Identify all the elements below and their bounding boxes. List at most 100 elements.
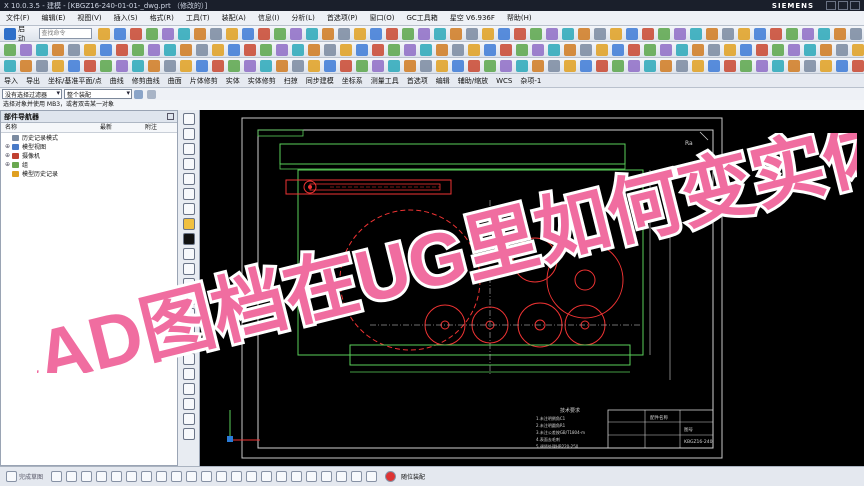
finish-sketch-icon[interactable] (6, 471, 17, 482)
toolbar-tool-icon[interactable] (692, 43, 704, 56)
bottom-tool-icon[interactable] (126, 471, 138, 482)
resource-bar-icon[interactable] (182, 323, 195, 335)
toolbar-tool-icon[interactable] (100, 43, 112, 56)
toolbar-tool-icon[interactable] (324, 43, 336, 56)
toolbar-tool-icon[interactable] (306, 27, 318, 40)
resource-bar-icon[interactable] (182, 158, 195, 170)
toolbar-tool-icon[interactable] (276, 59, 288, 72)
toolbar-tool-icon[interactable] (356, 43, 368, 56)
toolbar-tool-icon[interactable] (772, 43, 784, 56)
toolbar-tool-icon[interactable] (468, 59, 480, 72)
toolbar-tool-icon[interactable] (738, 27, 750, 40)
toolbar-tool-icon[interactable] (484, 59, 496, 72)
toolbar-tool-icon[interactable] (820, 59, 832, 72)
maximize-button[interactable] (838, 1, 848, 10)
toolbar-tool-icon[interactable] (290, 27, 302, 40)
navigator-tree-item[interactable]: 历史记录模式 (1, 133, 177, 142)
toolbar-tool-icon[interactable] (852, 59, 864, 72)
toolbar-tool-icon[interactable] (132, 59, 144, 72)
toolbar-tool-icon[interactable] (740, 59, 752, 72)
graphics-window[interactable]: Ra 技术要求 1.未注明倒角C1 2.未注明圆角R1 3.未注公差按GB/T180… (200, 110, 864, 466)
toolbar-tool-icon[interactable] (852, 43, 864, 56)
resource-bar-icon[interactable] (182, 353, 195, 365)
resource-bar-icon[interactable] (182, 308, 195, 320)
bottom-tool-icon[interactable] (231, 471, 243, 482)
menu-item[interactable]: 窗口(O) (364, 13, 401, 23)
toolbar-tool-icon[interactable] (292, 59, 304, 72)
toolbar-tool-icon[interactable] (516, 43, 528, 56)
toolbar-tool-icon[interactable] (580, 59, 592, 72)
toolbar-tool-icon[interactable] (4, 59, 16, 72)
toolbar-tool-icon[interactable] (484, 43, 496, 56)
toolbar-tool-icon[interactable] (164, 59, 176, 72)
bottom-tool-icon[interactable] (111, 471, 123, 482)
bottom-tool-icon[interactable] (216, 471, 228, 482)
toolbar-tool-icon[interactable] (820, 43, 832, 56)
toolbar-tool-icon[interactable] (178, 27, 190, 40)
toolbar-tool-icon[interactable] (594, 27, 606, 40)
toolbar-tool-icon[interactable] (850, 27, 862, 40)
toolbar-tool-icon[interactable] (724, 43, 736, 56)
toolbar-tool-icon[interactable] (788, 59, 800, 72)
toolbar-tool-icon[interactable] (418, 27, 430, 40)
toolbar-tool-icon[interactable] (100, 59, 112, 72)
pin-icon[interactable] (167, 113, 174, 120)
toolbar-tool-icon[interactable] (340, 59, 352, 72)
toolbar-tool-icon[interactable] (708, 59, 720, 72)
toolbar-tool-icon[interactable] (786, 27, 798, 40)
toolbar-tool-icon[interactable] (802, 27, 814, 40)
resource-bar-icon[interactable] (182, 128, 195, 140)
bottom-tool-icon[interactable] (276, 471, 288, 482)
menu-item[interactable]: 分析(L) (285, 13, 320, 23)
menu-item[interactable]: 格式(R) (144, 13, 180, 23)
toolbar-tool-icon[interactable] (52, 59, 64, 72)
toolbar-tool-icon[interactable] (436, 59, 448, 72)
menu-item[interactable]: 编辑(E) (36, 13, 72, 23)
toolbar-tool-icon[interactable] (372, 59, 384, 72)
custom-menu-item[interactable]: WCS (492, 77, 516, 85)
resource-bar-icon[interactable] (182, 263, 195, 275)
custom-menu-item[interactable]: 测量工具 (367, 76, 403, 86)
toolbar-tool-icon[interactable] (626, 27, 638, 40)
toolbar-tool-icon[interactable] (402, 27, 414, 40)
resource-bar-icon[interactable] (182, 173, 195, 185)
menu-item[interactable]: GC工具箱 (400, 13, 443, 23)
toolbar-tool-icon[interactable] (36, 43, 48, 56)
toolbar-tool-icon[interactable] (338, 27, 350, 40)
toolbar-tool-icon[interactable] (194, 27, 206, 40)
toolbar-tool-icon[interactable] (578, 27, 590, 40)
toolbar-tool-icon[interactable] (276, 43, 288, 56)
custom-menu-item[interactable]: 同步建模 (302, 76, 338, 86)
toolbar-tool-icon[interactable] (740, 43, 752, 56)
bottom-tool-icon[interactable] (291, 471, 303, 482)
toolbar-tool-icon[interactable] (500, 43, 512, 56)
snap-point-icon[interactable] (147, 89, 156, 99)
toolbar-tool-icon[interactable] (274, 27, 286, 40)
toolbar-tool-icon[interactable] (612, 59, 624, 72)
resource-bar-icon[interactable] (182, 338, 195, 350)
toolbar-tool-icon[interactable] (20, 43, 32, 56)
toolbar-tool-icon[interactable] (258, 27, 270, 40)
custom-menu-item[interactable]: 曲线 (106, 76, 128, 86)
menu-item[interactable]: 星空 V6.936F (444, 13, 501, 23)
bottom-tool-icon[interactable] (261, 471, 273, 482)
toolbar-tool-icon[interactable] (322, 27, 334, 40)
toolbar-tool-icon[interactable] (164, 43, 176, 56)
resource-bar-icon[interactable] (182, 368, 195, 380)
toolbar-tool-icon[interactable] (706, 27, 718, 40)
toolbar-tool-icon[interactable] (564, 43, 576, 56)
bottom-tool-icon[interactable] (336, 471, 348, 482)
column-latest[interactable]: 最新 (96, 123, 141, 132)
toolbar-tool-icon[interactable] (532, 43, 544, 56)
toolbar-tool-icon[interactable] (596, 59, 608, 72)
custom-menu-item[interactable]: 编辑 (432, 76, 454, 86)
navigator-tree-item[interactable]: ⊕ 模型视图 (1, 142, 177, 151)
toolbar-tool-icon[interactable] (674, 27, 686, 40)
custom-menu-item[interactable]: 坐标系 (338, 76, 367, 86)
toolbar-tool-icon[interactable] (658, 27, 670, 40)
toolbar-tool-icon[interactable] (388, 43, 400, 56)
toolbar-tool-icon[interactable] (548, 59, 560, 72)
toolbar-tool-icon[interactable] (162, 27, 174, 40)
custom-menu-item[interactable]: 扫掠 (280, 76, 302, 86)
toolbar-tool-icon[interactable] (244, 59, 256, 72)
